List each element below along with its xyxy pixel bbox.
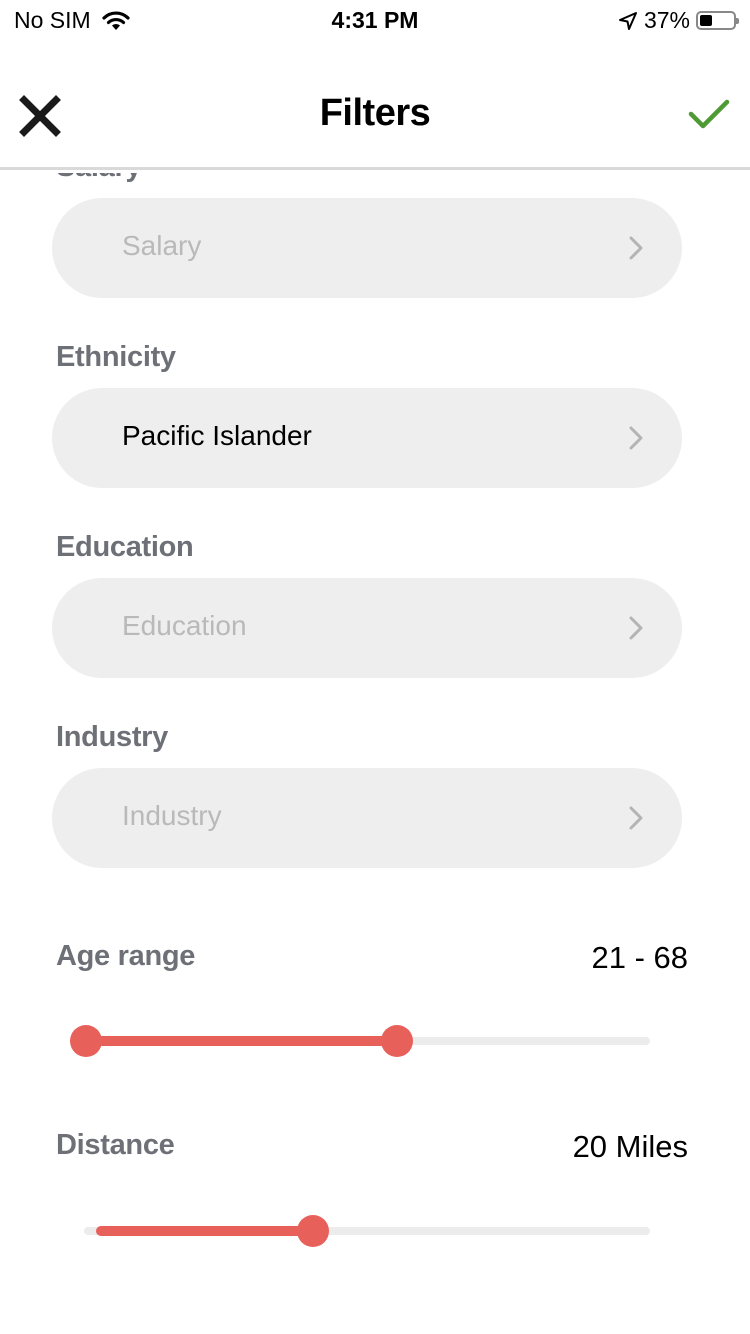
- battery-icon: [696, 11, 739, 30]
- navigation-header: Filters: [0, 60, 750, 170]
- age-range-min-thumb[interactable]: [70, 1025, 102, 1057]
- distance-label: Distance: [56, 1129, 175, 1161]
- location-arrow-icon: [618, 11, 637, 30]
- industry-select-text: Industry: [122, 800, 222, 831]
- age-range-label: Age range: [56, 940, 196, 972]
- distance-slider[interactable]: [70, 1211, 660, 1251]
- age-range-track-fill: [86, 1036, 397, 1046]
- distance-value: 20 Miles: [572, 1129, 688, 1164]
- filters-content[interactable]: Salary Salary Ethnicity Pacific Islander…: [0, 173, 750, 1334]
- salary-label: Salary: [56, 173, 142, 184]
- education-label: Education: [56, 531, 194, 563]
- battery-percent: 37%: [643, 7, 690, 33]
- wifi-icon: [102, 10, 130, 30]
- chevron-right-icon: [629, 426, 643, 450]
- salary-select-text: Salary: [122, 230, 202, 261]
- age-range-max-thumb[interactable]: [380, 1025, 413, 1057]
- education-select-text: Education: [122, 610, 247, 641]
- chevron-right-icon: [629, 236, 643, 260]
- page-title: Filters: [319, 92, 431, 134]
- status-right-group: 37%: [618, 7, 739, 34]
- chevron-right-icon: [629, 806, 643, 830]
- status-bar: No SIM 4:31 PM 37%: [0, 0, 750, 40]
- industry-label: Industry: [56, 721, 168, 753]
- industry-select[interactable]: Industry: [52, 768, 682, 868]
- distance-track-fill: [96, 1226, 314, 1236]
- distance-thumb[interactable]: [297, 1215, 330, 1247]
- chevron-right-icon: [629, 616, 643, 640]
- carrier-label: No SIM: [14, 7, 91, 33]
- battery-level: [700, 15, 712, 26]
- confirm-button[interactable]: [688, 96, 730, 132]
- salary-select[interactable]: Salary: [52, 198, 682, 298]
- ethnicity-select-text: Pacific Islander: [122, 420, 312, 451]
- age-range-value: 21 - 68: [591, 940, 688, 975]
- age-range-slider[interactable]: [70, 1021, 660, 1061]
- carrier-group: No SIM: [14, 7, 131, 34]
- checkmark-icon: [688, 99, 730, 129]
- ethnicity-select[interactable]: Pacific Islander: [52, 388, 682, 488]
- education-select[interactable]: Education: [52, 578, 682, 678]
- ethnicity-label: Ethnicity: [56, 341, 176, 373]
